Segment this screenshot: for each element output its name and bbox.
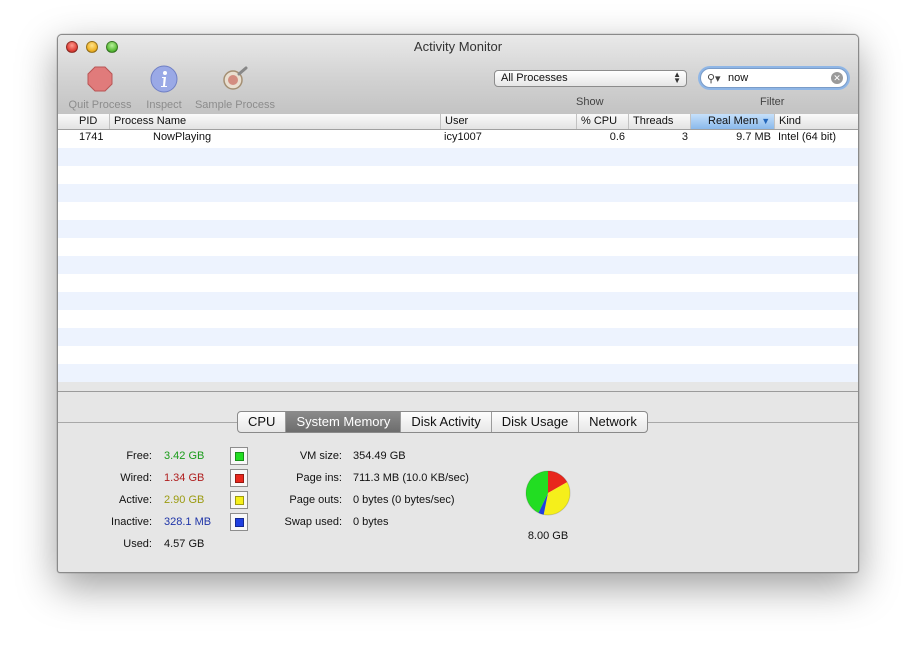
empty-row bbox=[58, 148, 858, 166]
inactive-label: Inactive: bbox=[111, 516, 152, 528]
page-ins-value: 711.3 MB (10.0 KB/sec) bbox=[353, 472, 469, 484]
table-row[interactable]: 1741 NowPlaying icy1007 0.6 3 9.7 MB Int… bbox=[58, 130, 858, 148]
wired-label: Wired: bbox=[120, 472, 152, 484]
process-table: 1741 NowPlaying icy1007 0.6 3 9.7 MB Int… bbox=[58, 130, 858, 390]
real-mem-header-label: Real Mem bbox=[708, 115, 759, 127]
tab-disk-activity[interactable]: Disk Activity bbox=[401, 412, 492, 432]
cell-cpu: 0.6 bbox=[609, 131, 625, 143]
search-field[interactable]: ⚲▾ now ✕ bbox=[700, 68, 848, 88]
sample-process-label: Sample Process bbox=[194, 99, 276, 111]
empty-row bbox=[58, 256, 858, 274]
page-outs-value: 0 bytes (0 bytes/sec) bbox=[353, 494, 455, 506]
vm-size-label: VM size: bbox=[299, 450, 342, 462]
column-header-kind[interactable]: Kind bbox=[775, 114, 858, 129]
free-color-well[interactable] bbox=[230, 447, 248, 465]
show-label: Show bbox=[576, 96, 604, 108]
cell-threads: 3 bbox=[681, 131, 688, 143]
memory-pie-chart bbox=[525, 470, 571, 516]
total-memory-value: 8.00 GB bbox=[527, 530, 569, 542]
clear-search-icon[interactable]: ✕ bbox=[831, 72, 843, 84]
wired-value: 1.34 GB bbox=[164, 472, 205, 484]
free-value: 3.42 GB bbox=[164, 450, 205, 462]
empty-row bbox=[58, 166, 858, 184]
page-outs-label: Page outs: bbox=[289, 494, 342, 506]
cell-process-name: NowPlaying bbox=[153, 131, 212, 143]
active-value: 2.90 GB bbox=[164, 494, 205, 506]
column-header-pid[interactable]: PID bbox=[58, 114, 110, 129]
empty-row bbox=[58, 310, 858, 328]
empty-row bbox=[58, 346, 858, 364]
cell-kind: Intel (64 bit) bbox=[778, 131, 837, 143]
column-header-threads[interactable]: Threads bbox=[629, 114, 691, 129]
used-label: Used: bbox=[123, 538, 152, 550]
vm-size-value: 354.49 GB bbox=[353, 450, 406, 462]
magnifier-sample-icon bbox=[223, 66, 248, 90]
wired-color-well[interactable] bbox=[230, 469, 248, 487]
tab-cpu[interactable]: CPU bbox=[238, 412, 287, 432]
empty-row bbox=[58, 328, 858, 346]
active-color-well[interactable] bbox=[230, 491, 248, 509]
tab-network[interactable]: Network bbox=[579, 412, 647, 432]
empty-row bbox=[58, 274, 858, 292]
sample-process-button[interactable]: Sample Process bbox=[192, 65, 278, 111]
active-label: Active: bbox=[118, 494, 152, 506]
table-header: PID Process Name User % CPU Threads Real… bbox=[58, 114, 858, 130]
info-icon bbox=[150, 65, 178, 93]
empty-row bbox=[58, 364, 858, 382]
search-input[interactable]: now bbox=[728, 72, 748, 84]
process-filter-popup[interactable]: All Processes ▲ ▼ bbox=[494, 70, 687, 87]
cell-user: icy1007 bbox=[444, 131, 482, 143]
cell-real-mem: 9.7 MB bbox=[736, 131, 771, 143]
inspect-label: Inspect bbox=[146, 99, 182, 111]
empty-row bbox=[58, 220, 858, 238]
empty-row bbox=[58, 292, 858, 310]
split-divider[interactable] bbox=[58, 391, 858, 392]
column-header-real-mem[interactable]: Real Mem ▼ bbox=[691, 114, 775, 129]
column-header-user[interactable]: User bbox=[441, 114, 577, 129]
free-label: Free: bbox=[126, 450, 152, 462]
sort-descending-icon: ▼ bbox=[761, 116, 771, 126]
inspect-button[interactable]: Inspect bbox=[142, 65, 186, 111]
inactive-value: 328.1 MB bbox=[164, 516, 212, 528]
quit-process-button[interactable]: Quit Process bbox=[66, 65, 134, 111]
stop-sign-icon bbox=[87, 66, 113, 92]
quit-process-label: Quit Process bbox=[68, 99, 132, 111]
process-filter-value: All Processes bbox=[501, 72, 568, 84]
window-title: Activity Monitor bbox=[413, 39, 503, 54]
inactive-color-well[interactable] bbox=[230, 513, 248, 531]
tab-system-memory[interactable]: System Memory bbox=[286, 412, 402, 432]
swap-used-label: Swap used: bbox=[284, 516, 342, 528]
column-header-process-name[interactable]: Process Name bbox=[110, 114, 441, 129]
activity-monitor-window: Activity Monitor Quit Process Inspect Sa… bbox=[57, 34, 859, 573]
monitor-tabs: CPU System Memory Disk Activity Disk Usa… bbox=[237, 411, 648, 433]
popup-arrows-icon: ▲ ▼ bbox=[673, 70, 681, 85]
tab-disk-usage[interactable]: Disk Usage bbox=[492, 412, 580, 432]
cell-pid: 1741 bbox=[79, 131, 104, 143]
empty-row bbox=[58, 184, 858, 202]
filter-label: Filter bbox=[760, 96, 785, 108]
swap-used-value: 0 bytes bbox=[353, 516, 389, 528]
column-header-cpu[interactable]: % CPU bbox=[577, 114, 629, 129]
page-ins-label: Page ins: bbox=[296, 472, 342, 484]
empty-row bbox=[58, 202, 858, 220]
used-value: 4.57 GB bbox=[164, 538, 205, 550]
empty-row bbox=[58, 238, 858, 256]
toolbar-area: Activity Monitor Quit Process Inspect Sa… bbox=[58, 35, 858, 115]
search-icon: ⚲▾ bbox=[707, 73, 721, 85]
